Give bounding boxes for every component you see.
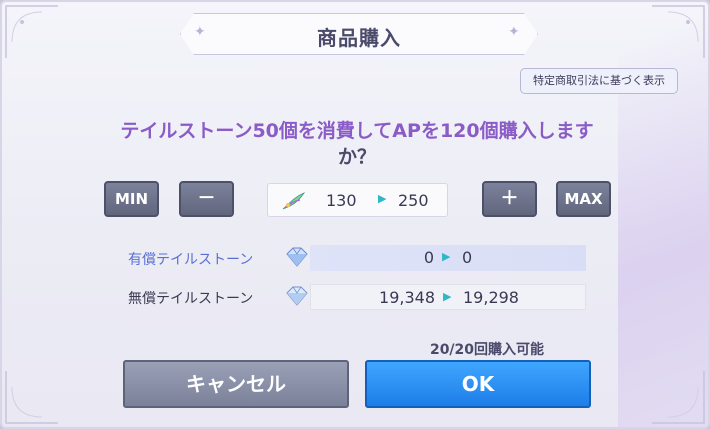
paid-stone-current: 0 <box>423 248 434 267</box>
diamond-icon <box>286 247 308 267</box>
dialog-title: 商品購入 <box>317 26 401 50</box>
free-stone-row: 19,348 ▶ 19,298 <box>310 284 586 310</box>
diamond-icon <box>286 286 308 306</box>
corner-ornament-icon <box>5 371 58 424</box>
message-line-2: か？ <box>337 146 376 168</box>
paid-stone-row: 0 ▶ 0 <box>310 245 586 271</box>
decor-gradient <box>618 2 708 427</box>
dialog-title-banner: 商品購入 <box>180 13 538 55</box>
legal-notice-button[interactable]: 特定商取引法に基づく表示 <box>520 68 678 94</box>
ok-button[interactable]: OK <box>365 360 591 408</box>
purchase-message: テイルストーン50個を消費してAPを120個購入します か？ <box>62 118 652 170</box>
corner-ornament-icon <box>652 5 705 58</box>
sparkle-icon: ✦ <box>194 24 206 40</box>
free-stone-label: 無償テイルストーン <box>128 291 254 307</box>
ap-counter: 130 ▶ 250 <box>267 183 448 217</box>
ap-after-value: 250 <box>398 191 429 210</box>
paid-stone-after: 0 <box>462 248 473 267</box>
min-button[interactable]: MIN <box>104 181 159 217</box>
arrow-right-icon: ▶ <box>442 250 451 263</box>
plus-button[interactable]: ＋ <box>482 181 537 217</box>
message-line-1: テイルストーン50個を消費してAPを120個購入します <box>120 120 594 142</box>
arrow-right-icon: ▶ <box>378 192 387 205</box>
paid-stone-label: 有償テイルストーン <box>128 252 254 268</box>
corner-ornament-icon <box>652 371 705 424</box>
ap-current-value: 130 <box>326 191 357 210</box>
arrow-right-icon: ▶ <box>443 290 452 303</box>
max-button[interactable]: MAX <box>556 181 611 217</box>
purchase-availability: 20/20回購入可能 <box>429 342 545 358</box>
sparkle-icon: ✦ <box>508 24 520 40</box>
cancel-button[interactable]: キャンセル <box>123 360 349 408</box>
free-stone-after: 19,298 <box>463 288 519 307</box>
feather-ap-icon <box>282 192 306 210</box>
minus-button[interactable]: － <box>179 181 234 217</box>
corner-ornament-icon <box>5 5 58 58</box>
purchase-dialog: 商品購入 ✦ ✦ 特定商取引法に基づく表示 テイルストーン50個を消費してAPを… <box>0 0 710 429</box>
free-stone-current: 19,348 <box>379 288 435 307</box>
